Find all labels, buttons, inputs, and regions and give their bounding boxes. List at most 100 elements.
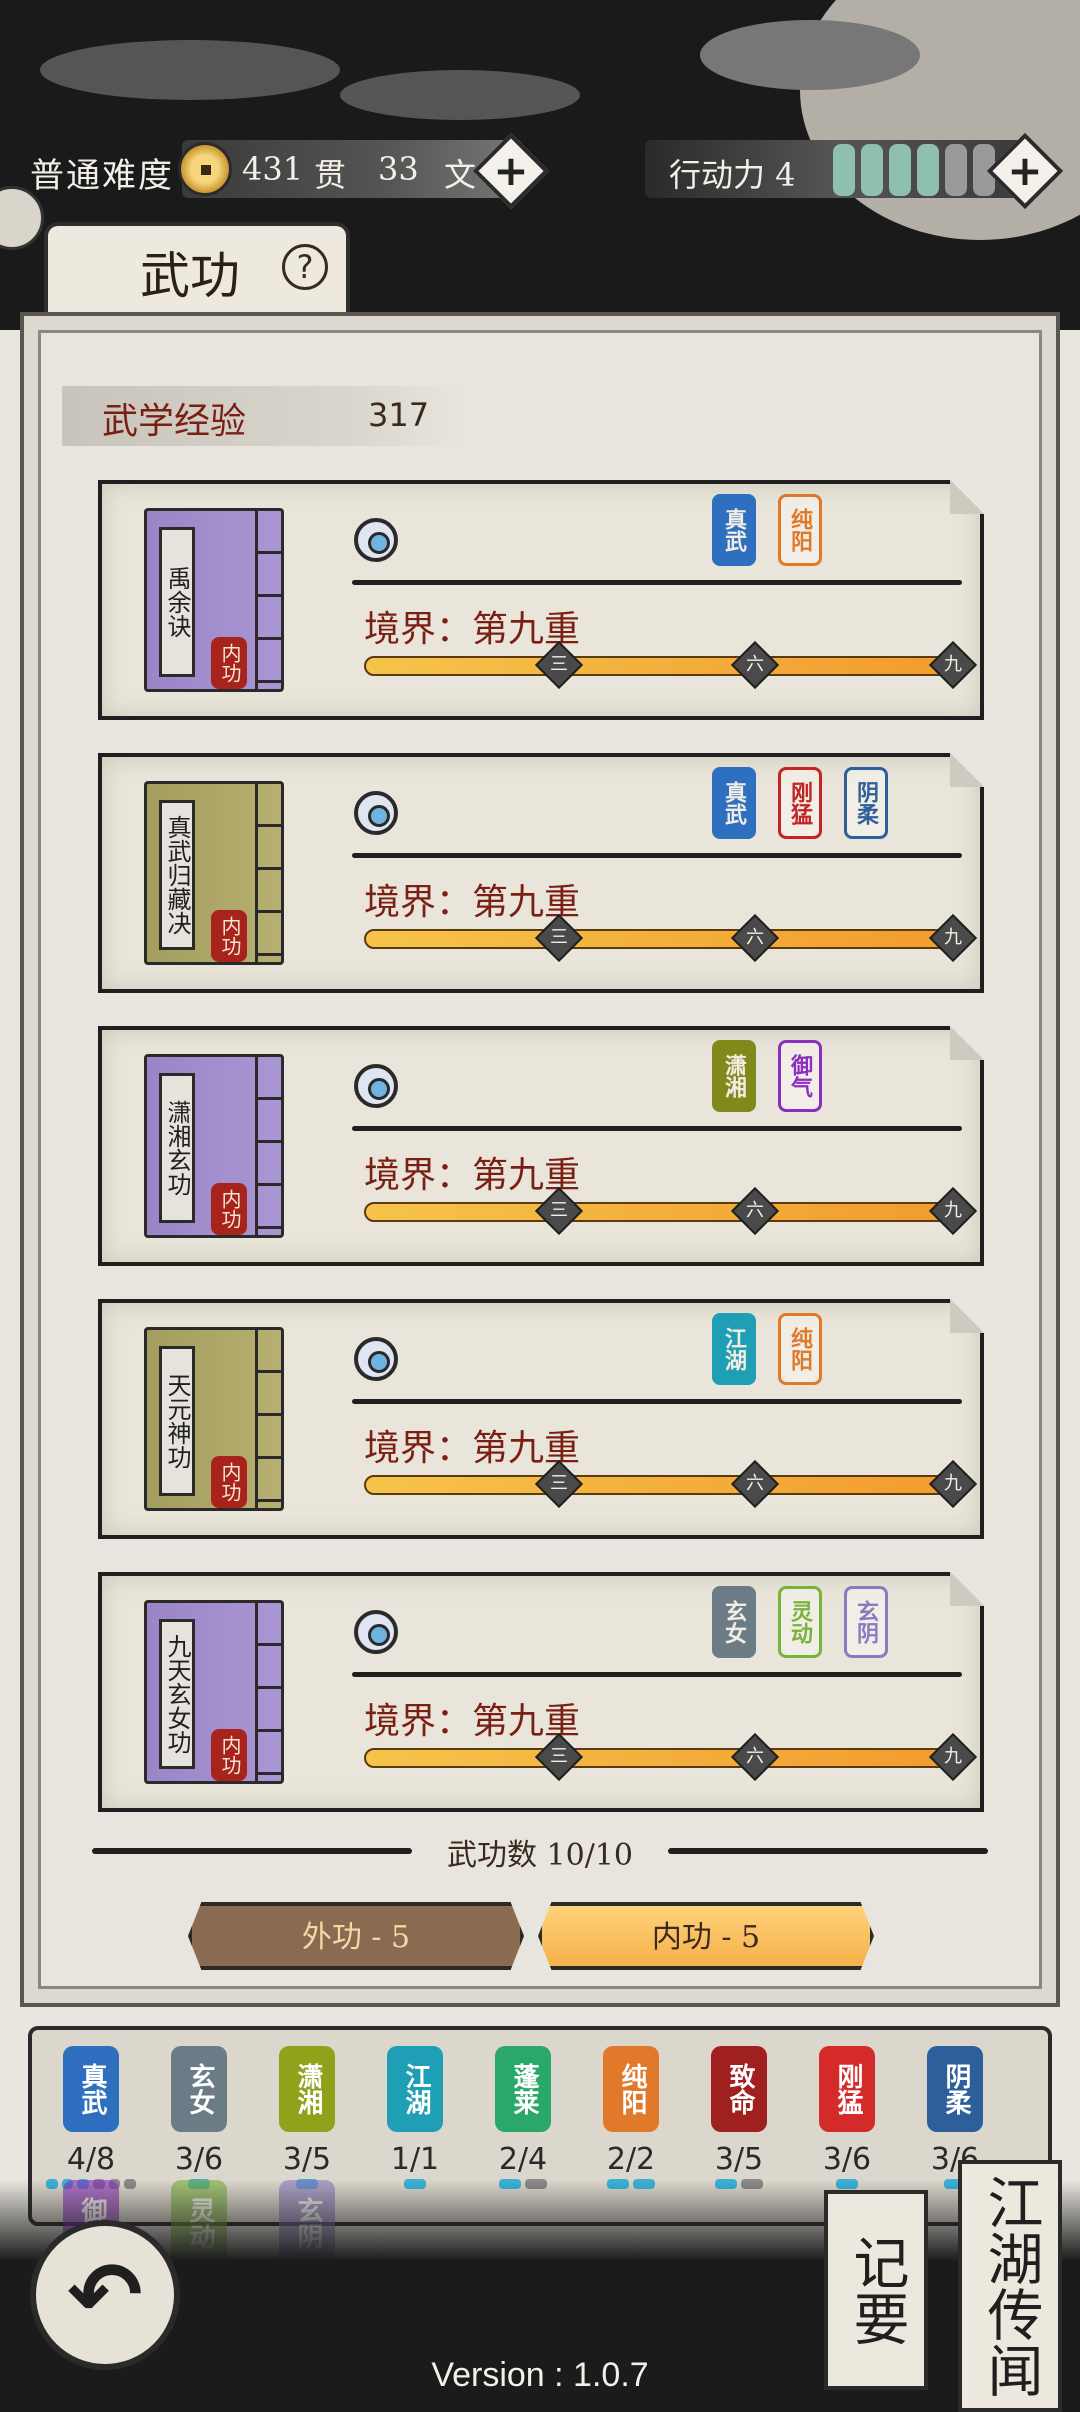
- page-fold: [950, 1299, 984, 1333]
- skill-emblem-icon: [354, 791, 398, 835]
- card-divider: [352, 1126, 962, 1131]
- skill-type-stamp: 内功: [211, 1729, 247, 1781]
- currency-guan-unit: 贯: [314, 156, 347, 194]
- energy-pip: [945, 144, 967, 196]
- plus-icon: +: [493, 146, 529, 195]
- tray-count: 3/6: [174, 2142, 224, 2177]
- realm-tick-label: 九: [944, 654, 962, 675]
- tray-tag-icon: 阴柔: [927, 2046, 983, 2132]
- skill-type-stamp: 内功: [211, 1183, 247, 1235]
- tray-count: 2/4: [498, 2142, 548, 2177]
- realm-tick: 六: [730, 1186, 780, 1236]
- realm-tick: 六: [730, 1459, 780, 1509]
- experience-row: 武学经验 317: [62, 386, 462, 446]
- cloud-decoration: [340, 70, 580, 120]
- experience-value: 317: [368, 396, 430, 434]
- realm-tick: 九: [928, 640, 978, 690]
- skill-type-stamp: 内功: [211, 637, 247, 689]
- tray-tag-icon: 真武: [63, 2046, 119, 2132]
- realm-label: 境界：第九重: [364, 1701, 581, 1742]
- copper-coin-icon: [178, 142, 232, 196]
- school-tag: 纯阳: [778, 1313, 822, 1385]
- card-divider: [352, 580, 962, 585]
- tray-school-item[interactable]: 蓬莱 2/4: [478, 2046, 568, 2189]
- realm-progress-bar: 三六九: [364, 640, 978, 690]
- plus-icon: +: [1007, 146, 1043, 195]
- realm-label: 境界：第九重: [364, 1428, 581, 1469]
- book-spine: [255, 1330, 281, 1508]
- outer-skill-filter-button[interactable]: 外功 - 5: [188, 1902, 524, 1970]
- tray-tag-icon: 潇湘: [279, 2046, 335, 2132]
- tray-tag-icon: 致命: [711, 2046, 767, 2132]
- tray-school-item[interactable]: 真武 4/8: [45, 2046, 137, 2189]
- skill-name: 真武归藏决: [159, 800, 195, 950]
- energy-pip: [833, 144, 855, 196]
- card-divider: [352, 1672, 962, 1677]
- tray-count: 3/6: [822, 2142, 872, 2177]
- skill-name: 禹余诀: [159, 527, 195, 677]
- tray-school-item[interactable]: 玄女 3/6: [154, 2046, 244, 2189]
- realm-progress-bar: 三六九: [364, 1459, 978, 1509]
- school-tag: 潇湘: [712, 1040, 756, 1112]
- school-tag: 御气: [778, 1040, 822, 1112]
- skill-name: 九天玄女功: [159, 1619, 195, 1769]
- tab-martial-arts[interactable]: 武功 ?: [44, 222, 350, 312]
- realm-label: 境界：第九重: [364, 1155, 581, 1196]
- tray-school-item[interactable]: 纯阳 2/2: [586, 2046, 676, 2189]
- currency-wen-value: 33: [378, 150, 419, 188]
- realm-tick-label: 九: [944, 1746, 962, 1767]
- difficulty-label: 普通难度: [30, 156, 174, 196]
- page-fold: [950, 1572, 984, 1606]
- skill-name: 天元神功: [159, 1346, 195, 1496]
- skill-emblem-icon: [354, 518, 398, 562]
- experience-label: 武学经验: [102, 401, 247, 442]
- school-tag: 真武: [712, 767, 756, 839]
- energy-pip: [917, 144, 939, 196]
- realm-tick-label: 六: [746, 654, 764, 675]
- tray-tag-icon: 玄女: [171, 2046, 227, 2132]
- currency-bar: 431 贯 33 文: [178, 140, 522, 198]
- realm-tick-label: 六: [746, 927, 764, 948]
- school-tag: 真武: [712, 494, 756, 566]
- tray-count: 3/5: [282, 2142, 332, 2177]
- realm-tick: 六: [730, 1732, 780, 1782]
- skill-card[interactable]: 九天玄女功 内功 境界：第九重 三 六 九 玄女 灵动 玄阴: [98, 1572, 984, 1812]
- skill-card[interactable]: 禹余诀 内功 境界：第九重 三 六 九 真武 纯阳: [98, 480, 984, 720]
- tray-tag-icon: 刚猛: [819, 2046, 875, 2132]
- energy-bar: 行动力 4: [645, 140, 1025, 198]
- realm-tick: 九: [928, 1459, 978, 1509]
- tray-school-item[interactable]: 致命 3/5: [694, 2046, 784, 2189]
- tray-count: 3/5: [714, 2142, 764, 2177]
- realm-tick: 六: [730, 913, 780, 963]
- back-button[interactable]: ↶: [30, 2220, 180, 2370]
- book-spine: [255, 1603, 281, 1781]
- realm-tick-label: 六: [746, 1200, 764, 1221]
- skill-card[interactable]: 真武归藏决 内功 境界：第九重 三 六 九 真武 刚猛 阴柔: [98, 753, 984, 993]
- help-icon[interactable]: ?: [282, 244, 328, 290]
- realm-tick-label: 六: [746, 1473, 764, 1494]
- tray-count: 2/2: [606, 2142, 656, 2177]
- realm-tick-label: 三: [550, 1746, 568, 1767]
- version-label: Version : 1.0.7: [431, 2356, 649, 2394]
- school-tag: 纯阳: [778, 494, 822, 566]
- tray-school-item[interactable]: 刚猛 3/6: [802, 2046, 892, 2189]
- energy-pip: [861, 144, 883, 196]
- tray-school-item[interactable]: 潇湘 3/5: [262, 2046, 352, 2189]
- skill-type-stamp: 内功: [211, 1456, 247, 1508]
- tray-count: 1/1: [390, 2142, 440, 2177]
- tray-school-item[interactable]: 江湖 1/1: [370, 2046, 460, 2189]
- inner-skill-filter-button[interactable]: 内功 - 5: [538, 1902, 874, 1970]
- skill-card[interactable]: 潇湘玄功 内功 境界：第九重 三 六 九 潇湘 御气: [98, 1026, 984, 1266]
- realm-tick: 九: [928, 1732, 978, 1782]
- skill-emblem-icon: [354, 1064, 398, 1108]
- skill-book-icon: 天元神功 内功: [144, 1327, 284, 1511]
- cloud-decoration: [700, 20, 920, 90]
- school-tag: 刚猛: [778, 767, 822, 839]
- tray-count: 4/8: [66, 2142, 116, 2177]
- divider-right: [668, 1848, 988, 1854]
- currency-wen-unit: 文: [444, 156, 477, 194]
- skill-card[interactable]: 天元神功 内功 境界：第九重 三 六 九 江湖 纯阳: [98, 1299, 984, 1539]
- tray-tag-icon: 纯阳: [603, 2046, 659, 2132]
- top-status-bar: 普通难度 431 贯 33 文 + 行动力 4 +: [0, 132, 1080, 210]
- realm-tick-label: 三: [550, 654, 568, 675]
